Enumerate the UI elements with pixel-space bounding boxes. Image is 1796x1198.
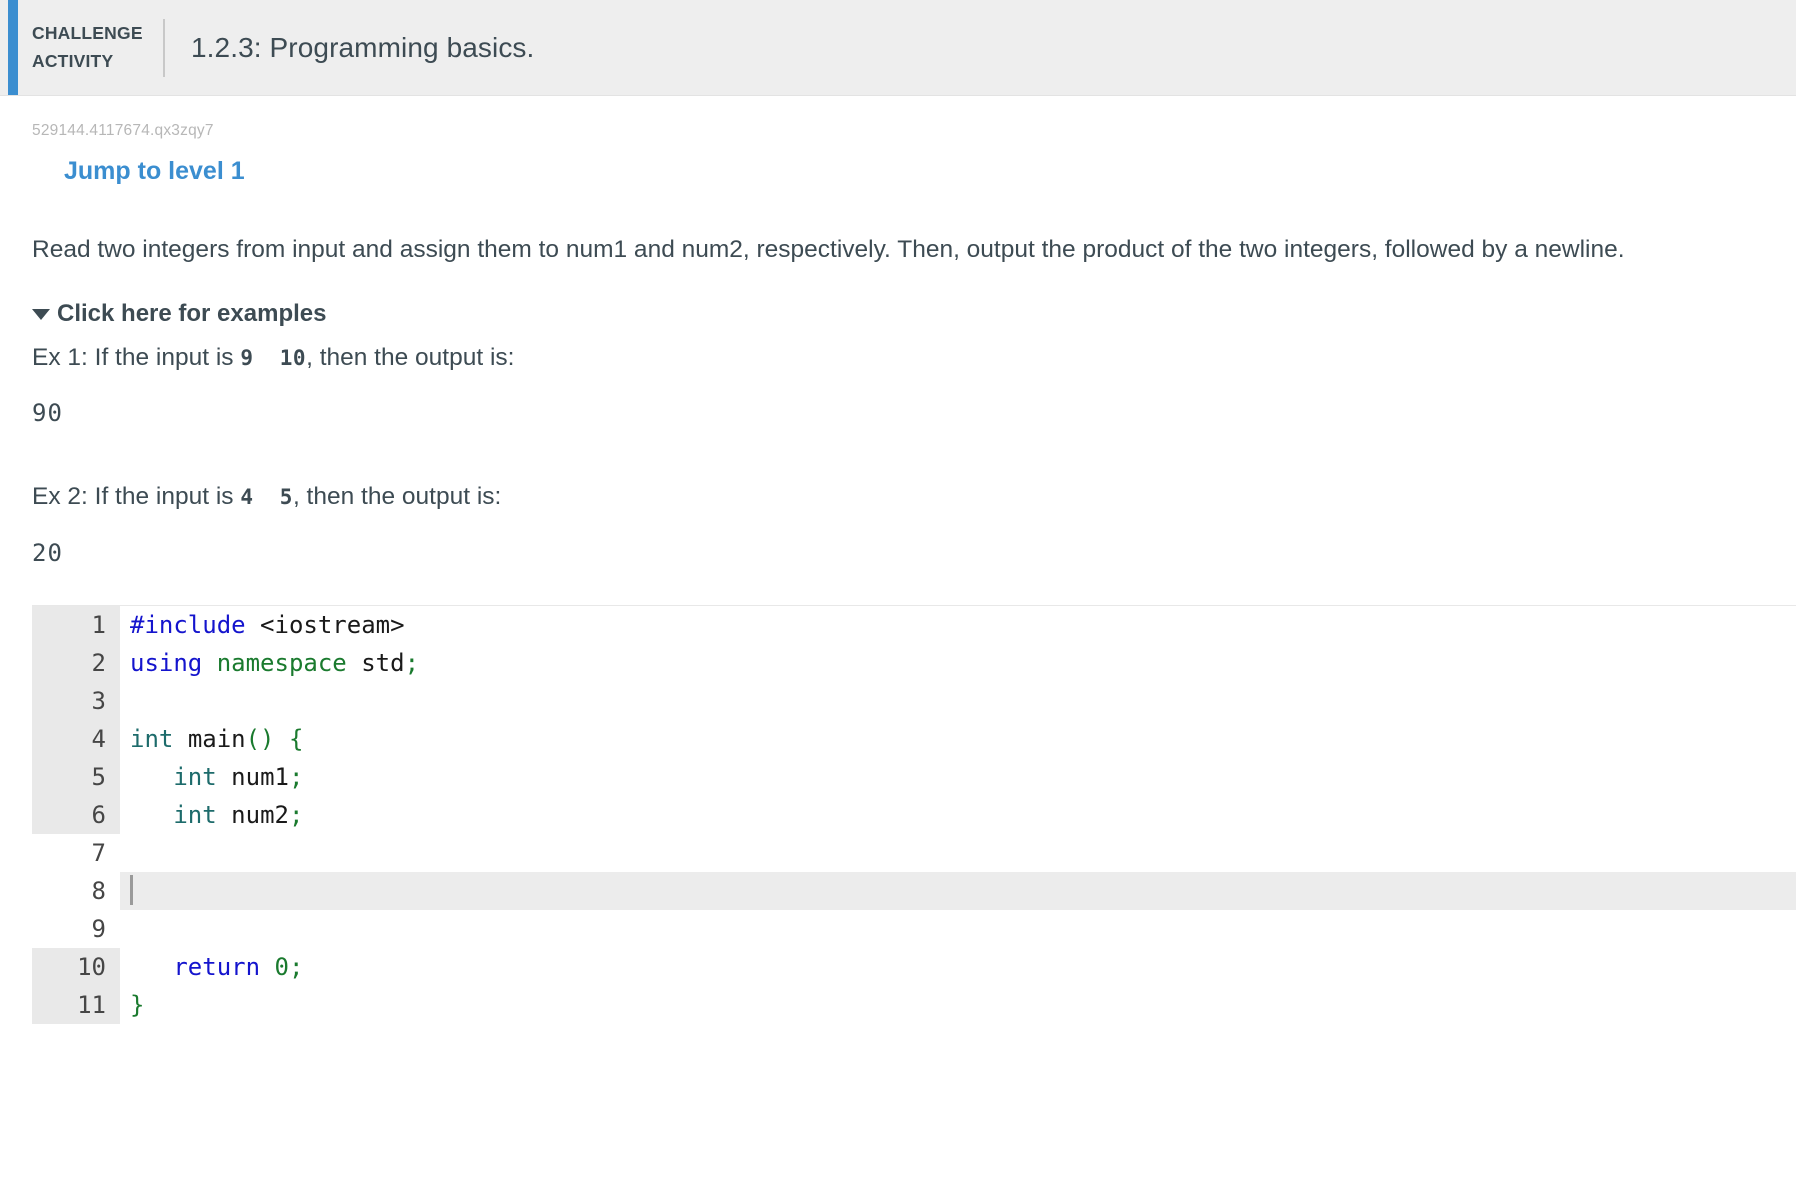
code-line-text[interactable]: return 0;	[120, 948, 303, 986]
example-output-value: 90	[32, 399, 63, 428]
problem-prompt: Read two integers from input and assign …	[32, 236, 1625, 263]
code-token: ;	[288, 762, 304, 791]
examples-list: Ex 1: If the input is 9 10, then the out…	[0, 340, 1796, 567]
example-line: Ex 2: If the input is 4 5, then the outp…	[32, 479, 1796, 515]
code-token: namespace	[216, 648, 347, 677]
activity-type-line2: ACTIVITY	[32, 50, 114, 71]
code-line[interactable]: 9	[32, 909, 1796, 948]
code-token: }	[130, 990, 145, 1019]
code-token: <iostream>	[260, 610, 405, 639]
activity-title: 1.2.3: Programming basics.	[191, 31, 535, 63]
code-line-text[interactable]: #include <iostream>	[120, 606, 405, 644]
line-number: 1	[32, 605, 120, 644]
activity-header: CHALLENGE ACTIVITY 1.2.3: Programming ba…	[0, 0, 1796, 96]
code-line[interactable]: 3	[32, 681, 1796, 720]
code-line-text[interactable]: int main() {	[120, 720, 303, 758]
example-line: Ex 1: If the input is 9 10, then the out…	[32, 340, 1796, 376]
activity-id: 529144.4117674.qx3zqy7	[32, 122, 214, 139]
code-line[interactable]: 10 return 0;	[32, 947, 1796, 986]
code-line-list[interactable]: 1 #include <iostream> 2 using namespace std…	[32, 605, 1796, 1025]
activity-type-line1: CHALLENGE	[32, 23, 143, 44]
code-editor[interactable]: 1 #include <iostream> 2 using namespace std…	[32, 604, 1796, 1025]
code-line-text[interactable]: int num2;	[120, 796, 303, 834]
code-token: 0	[274, 952, 289, 981]
code-line-text[interactable]	[120, 872, 133, 910]
code-token: int	[173, 762, 217, 791]
example-output-value: 20	[32, 538, 63, 567]
code-line[interactable]: 1 #include <iostream>	[32, 605, 1796, 644]
code-token: int	[173, 800, 217, 829]
code-token: num1	[231, 762, 289, 791]
code-line[interactable]: 7	[32, 833, 1796, 872]
code-token: ;	[404, 648, 420, 677]
example-prefix: Ex 1: If the input is	[32, 343, 241, 371]
code-token: int	[130, 724, 174, 753]
example-suffix: , then the output is:	[292, 483, 502, 511]
code-line-text[interactable]: }	[120, 986, 144, 1024]
code-token: ;	[288, 800, 304, 829]
example-input-value: 9 10	[240, 345, 307, 370]
code-token: return	[173, 952, 261, 981]
examples-toggle[interactable]: Click here for examples	[32, 300, 326, 328]
code-line-text[interactable]: int num1;	[120, 758, 303, 796]
line-number: 7	[32, 833, 120, 872]
code-token: {	[288, 724, 304, 753]
line-number: 4	[32, 719, 120, 758]
header-divider	[163, 18, 165, 77]
header-accent-bar	[8, 0, 18, 95]
code-line[interactable]: 11}	[32, 985, 1796, 1024]
code-line[interactable]: 6 int num2;	[32, 795, 1796, 834]
line-number: 3	[32, 681, 120, 720]
jump-to-level-link[interactable]: Jump to level 1	[64, 157, 245, 186]
line-number: 10	[32, 947, 120, 986]
code-line[interactable]: 8	[32, 871, 1796, 910]
line-number: 2	[32, 643, 120, 682]
code-line[interactable]: 5 int num1;	[32, 757, 1796, 796]
activity-content: 529144.4117674.qx3zqy7 Jump to level 1 R…	[0, 122, 1796, 1025]
code-line[interactable]: 4 int main() {	[32, 719, 1796, 758]
activity-type-label: CHALLENGE ACTIVITY	[32, 20, 157, 74]
code-line[interactable]	[32, 1024, 1796, 1025]
example-input-value: 4 5	[240, 485, 293, 510]
code-token: using	[130, 648, 203, 677]
line-number: 8	[32, 871, 120, 910]
line-number: 9	[32, 909, 120, 948]
code-token: ()	[245, 724, 275, 753]
code-line-text[interactable]: using namespace std;	[120, 644, 419, 682]
code-token: num2	[231, 800, 289, 829]
code-token: #include	[130, 610, 246, 639]
line-number: 5	[32, 757, 120, 796]
code-token: ;	[288, 952, 304, 981]
examples-toggle-label: Click here for examples	[57, 299, 327, 327]
caret-down-icon	[32, 309, 50, 321]
line-number: 6	[32, 795, 120, 834]
line-number: 11	[32, 985, 120, 1024]
active-line-highlight	[120, 871, 1796, 910]
example-suffix: , then the output is:	[306, 343, 515, 371]
code-token: main	[187, 724, 246, 753]
text-cursor	[130, 874, 133, 905]
code-line[interactable]: 2 using namespace std;	[32, 643, 1796, 682]
example-prefix: Ex 2: If the input is	[32, 483, 241, 511]
code-token: std	[361, 648, 405, 677]
